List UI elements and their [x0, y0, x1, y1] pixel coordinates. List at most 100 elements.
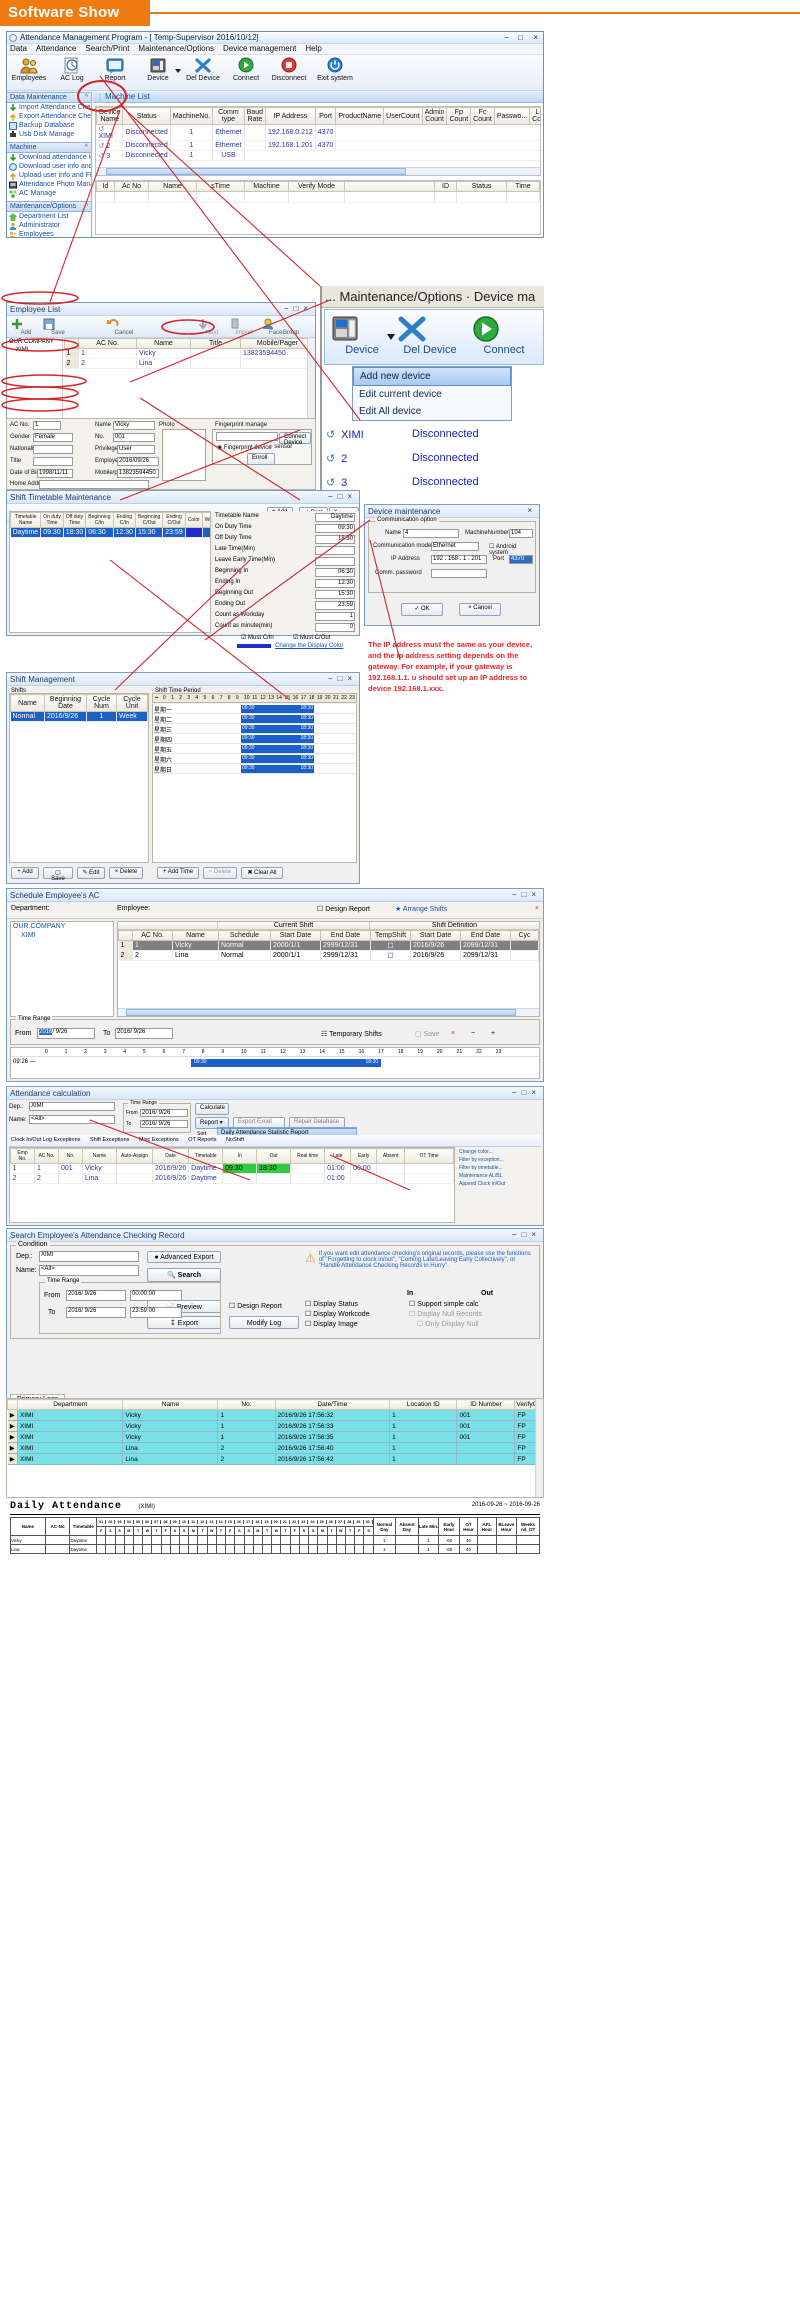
radio-fingerprint-device[interactable]: ◉ Fingerprint device [217, 444, 272, 451]
toolbar-employees[interactable]: Employees [9, 57, 49, 82]
link-filter-by-exception[interactable]: Filter by exception... [459, 1157, 539, 1163]
toolbar-exit-system[interactable]: Exit system [312, 57, 358, 82]
menu-data[interactable]: Data [10, 44, 27, 53]
clear-all-button[interactable]: ✖ Clear All [241, 867, 283, 879]
tab-clock-in-out-log[interactable]: Clock In/Out Log Exceptions [11, 1137, 80, 1143]
photo-box[interactable] [162, 429, 206, 481]
sidebar-item-upload-user-info[interactable]: Upload user info and FP [7, 171, 91, 180]
sidebar-item-usb-disk-manage[interactable]: Usb Disk Manage [7, 130, 91, 139]
input-to-date[interactable]: 2016/ 9/26 [115, 1028, 173, 1039]
sidebar-item-import-attendance[interactable]: Import Attendance Checking Data [7, 103, 91, 112]
menu-search-print[interactable]: Search/Print [85, 44, 129, 53]
menu-attendance[interactable]: Attendance [36, 44, 76, 53]
plus-icon[interactable]: + [491, 1030, 495, 1037]
ok-button[interactable]: ✓ OK [401, 603, 443, 616]
input-nationality[interactable] [33, 445, 73, 454]
modify-log-button[interactable]: Modify Log [229, 1316, 299, 1329]
schedule-hscrollbar[interactable] [118, 1008, 539, 1016]
weekday-row[interactable]: 星期三 09:30 18:30 [153, 724, 356, 734]
input-leave-early-time[interactable] [315, 557, 355, 566]
table-row[interactable]: ▶ XIMI Vicky 1 2016/9/26 17:56:35 1 001 FP [7, 1431, 543, 1443]
menu-maintenance-options[interactable]: Maintenance/Options [138, 44, 214, 53]
main-menubar[interactable]: Data Attendance Search/Print Maintenance/Op… [7, 44, 543, 55]
shift-bar[interactable]: 09:30 18:30 [241, 765, 314, 773]
menu-help[interactable]: Help [305, 44, 321, 53]
check-must-cout[interactable]: ☑ Must C/Out [293, 634, 330, 641]
color-swatch[interactable] [237, 644, 271, 648]
link-change-color[interactable]: Change color... [459, 1149, 539, 1155]
minus-icon[interactable]: − [471, 1030, 475, 1037]
check-only-display-null[interactable]: ☐ Only Display Null [417, 1320, 479, 1328]
sidebar-group-maintenance-options[interactable]: Maintenance/Options ^ [7, 201, 91, 212]
input-title[interactable] [33, 457, 73, 466]
input-from-date[interactable]: 2016/ 9/26 [37, 1028, 95, 1039]
link-maintenance-al-bl[interactable]: Maintenance AL/BL [459, 1173, 539, 1179]
calc-tabs[interactable]: Clock In/Out Log Exceptions Shift Except… [9, 1135, 541, 1147]
enroll-button[interactable]: Enroll [247, 453, 275, 465]
window-buttons[interactable]: −□× [512, 1230, 541, 1239]
chevron-down-icon[interactable] [175, 69, 181, 73]
facegroup-button[interactable]: FaceGroup [262, 317, 306, 336]
sidebar-group-machine[interactable]: Machine ^ [7, 142, 91, 153]
select-dep[interactable]: XIMI [29, 1102, 115, 1111]
chevron-up-icon[interactable]: ^ [85, 203, 88, 210]
sidebar-item-download-user-info[interactable]: Download user info and Fp [7, 162, 91, 171]
next-button[interactable]: Next [197, 317, 227, 336]
tree-child[interactable]: XIMI [7, 346, 62, 354]
input-port[interactable]: 4370 [509, 555, 533, 564]
advanced-export-button[interactable]: ● Advanced Export [147, 1251, 221, 1263]
check-design-report[interactable]: ☐ Design Report [229, 1302, 282, 1310]
select-gender[interactable]: Female [33, 433, 73, 442]
table-row[interactable]: ↺ 3 Disconnected 1 USB [96, 150, 540, 161]
weekday-row[interactable]: 星期日 09:30 18:30 [153, 764, 356, 774]
chevron-up-icon[interactable]: ^ [85, 94, 88, 101]
close-button[interactable]: × [533, 33, 538, 42]
menu-item-edit-current-device[interactable]: Edit current device [353, 386, 511, 403]
minimize-button[interactable]: − [504, 33, 509, 42]
input-from-time[interactable]: 00:00:00 [130, 1290, 182, 1301]
tree-child[interactable]: XIMI [11, 931, 113, 940]
sidebar-item-export-attendance[interactable]: Export Attendance Checking Data [7, 112, 91, 121]
shift-bar[interactable]: 09:30 18:30 [241, 745, 314, 753]
table-row[interactable]: 2 2 Lina [64, 358, 315, 369]
tab-shift-exceptions[interactable]: Shift Exceptions [90, 1137, 129, 1143]
table-row[interactable]: ▶ XIMI Lina 2 2016/9/26 17:56:40 1 FP [7, 1442, 543, 1454]
input-mobile-pager[interactable]: 13823594450 [117, 469, 159, 478]
machine-table-hscrollbar[interactable] [96, 167, 540, 175]
tree-root[interactable]: OUR COMPANY [11, 922, 113, 931]
shift-bar[interactable]: 09:30 18:30 [241, 725, 314, 733]
window-buttons[interactable]: −□× [512, 1088, 541, 1097]
window-buttons[interactable]: −□× [284, 304, 313, 313]
zoom-device-row[interactable]: ↺ 2 Disconnected [326, 452, 479, 465]
change-display-color-link[interactable]: Change the Display Color [275, 643, 343, 649]
zoom-device-row[interactable]: ↺ 3 Disconnected [326, 476, 479, 489]
input-to-time[interactable]: 23:59:00 [130, 1307, 182, 1318]
save-button[interactable]: Save [43, 317, 73, 336]
temporary-shifts-button[interactable]: ☷ Temporary Shifts [321, 1030, 382, 1038]
toolbar-ac-log[interactable]: AC Log [52, 57, 92, 82]
menu-item-add-new-device[interactable]: Add new device [353, 367, 511, 386]
input-comm-password[interactable] [431, 569, 487, 578]
tab-misc-exceptions[interactable]: Misc Exceptions [139, 1137, 179, 1143]
input-count-minute[interactable]: 0 [315, 623, 355, 632]
zoom-connect-button[interactable]: Connect [471, 314, 537, 356]
tab-no-shift[interactable]: NoShift [226, 1137, 244, 1143]
toolbar-del-device[interactable]: Del Device [183, 57, 223, 82]
select-name[interactable]: <All> [39, 1265, 139, 1276]
sidebar-item-backup-database[interactable]: Backup Database [7, 121, 91, 130]
schedule-department-tree[interactable]: OUR COMPANY XIMI [10, 921, 114, 1017]
table-row[interactable]: 1 1 001 Vicky 2016/9/26 Daytime 09:30 18… [10, 1163, 454, 1174]
zoom-device-button[interactable]: Device [329, 314, 395, 356]
input-beginning-in[interactable]: 06:30 [315, 568, 355, 577]
zoom-del-device-button[interactable]: Del Device [397, 314, 463, 356]
drag-handle-icon[interactable]: ⋮ [96, 93, 104, 102]
input-from[interactable]: 2016/ 9/26 [140, 1109, 188, 1117]
search-button[interactable]: 🔍 Search [147, 1268, 221, 1282]
weekday-row[interactable]: 星期一 09:30 18:30 [153, 704, 356, 714]
connect-device-button[interactable]: Connect Device [279, 432, 312, 446]
input-from-date[interactable]: 2016/ 9/26 [66, 1290, 126, 1301]
input-name[interactable]: Vicky [113, 421, 155, 430]
menu-device-management[interactable]: Device management [223, 44, 296, 53]
window-buttons[interactable]: −□× [328, 492, 357, 501]
select-communication-mode[interactable]: Ethernet [431, 542, 479, 551]
